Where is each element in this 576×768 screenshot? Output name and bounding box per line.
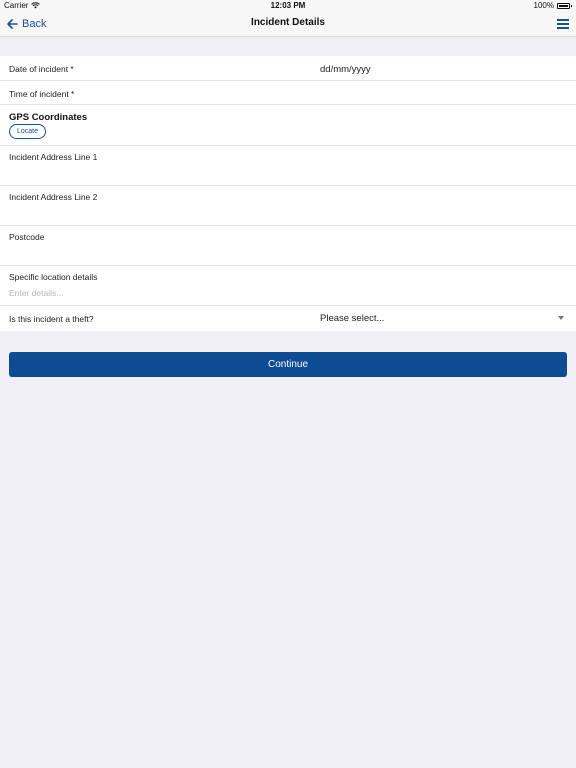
location-details-input[interactable] xyxy=(9,285,559,301)
address-line-2-label: Incident Address Line 2 xyxy=(9,192,98,202)
location-details-label: Specific location details xyxy=(9,272,98,282)
gps-coordinates-label: GPS Coordinates xyxy=(9,112,88,123)
battery-status: 100% xyxy=(533,1,572,10)
postcode-row: Postcode xyxy=(0,226,576,266)
postcode-label: Postcode xyxy=(9,232,45,242)
address-line-2-row: Incident Address Line 2 xyxy=(0,186,576,226)
navigation-bar: Back Incident Details xyxy=(0,12,576,37)
theft-select-value: Please select... xyxy=(320,313,385,324)
date-of-incident-field[interactable]: dd/mm/yyyy xyxy=(320,64,371,75)
time-of-incident-row[interactable]: Time of incident * xyxy=(0,81,576,105)
page-title: Incident Details xyxy=(251,17,325,28)
gps-coordinates-row: GPS Coordinates Locate xyxy=(0,105,576,146)
time-of-incident-label: Time of incident * xyxy=(9,89,75,99)
chevron-down-icon xyxy=(558,316,564,320)
address-line-1-row: Incident Address Line 1 xyxy=(0,146,576,186)
theft-question-row: Is this incident a theft? Please select.… xyxy=(0,306,576,331)
status-bar: Carrier 12:03 PM 100% xyxy=(0,0,576,12)
date-of-incident-label: Date of incident * xyxy=(9,64,74,74)
locate-button[interactable]: Locate xyxy=(9,124,46,139)
location-details-row: Specific location details xyxy=(0,266,576,306)
date-of-incident-row[interactable]: Date of incident * dd/mm/yyyy xyxy=(0,56,576,81)
incident-form: Date of incident * dd/mm/yyyy Time of in… xyxy=(0,56,576,331)
theft-question-label: Is this incident a theft? xyxy=(9,314,94,324)
address-line-1-input[interactable] xyxy=(9,165,559,181)
status-time: 12:03 PM xyxy=(270,1,306,10)
battery-percent: 100% xyxy=(533,1,554,10)
continue-button[interactable]: Continue xyxy=(9,352,567,377)
postcode-input[interactable] xyxy=(9,245,559,261)
address-line-1-label: Incident Address Line 1 xyxy=(9,152,98,162)
battery-icon xyxy=(557,2,572,9)
hamburger-menu-icon[interactable] xyxy=(557,19,569,29)
address-line-2-input[interactable] xyxy=(9,205,559,221)
